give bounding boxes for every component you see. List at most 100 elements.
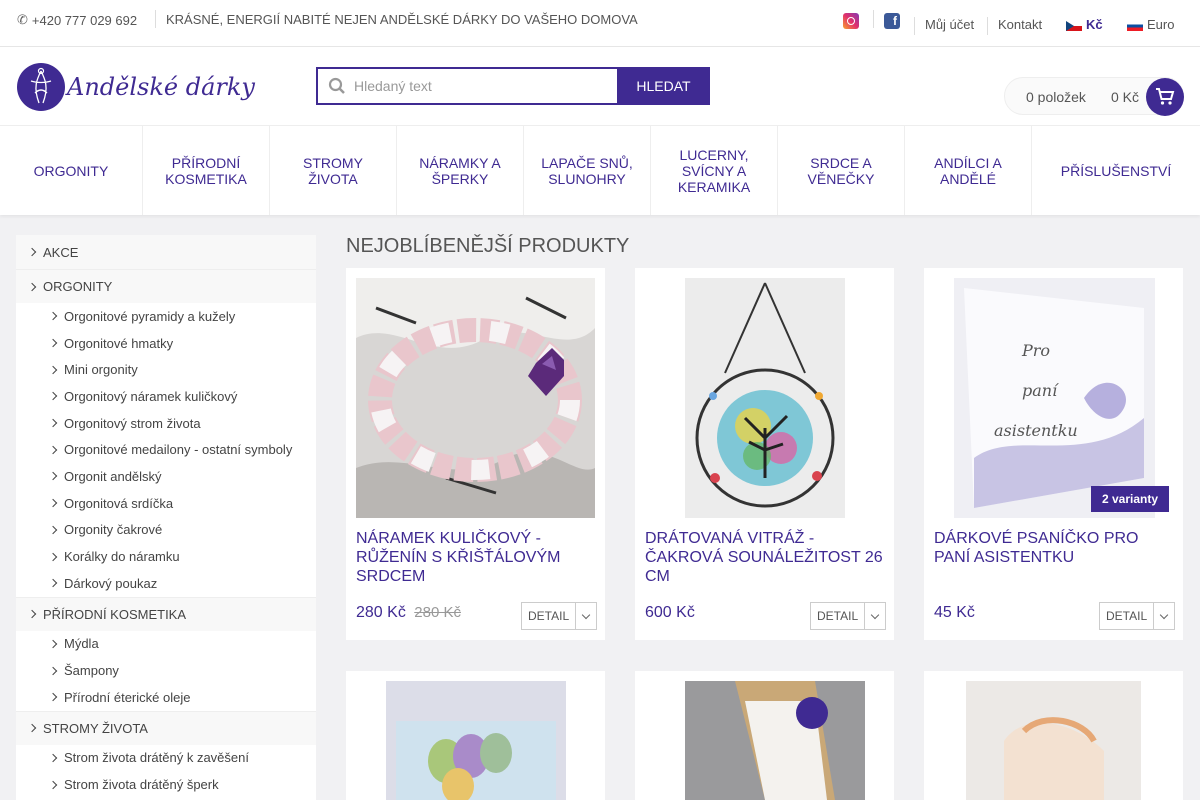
detail-dropdown[interactable]: [576, 602, 598, 630]
search-bar: HLEDAT: [316, 67, 710, 105]
subcategory-item[interactable]: Přírodní éterické oleje: [16, 684, 316, 711]
product-image[interactable]: Pro paní asistentku: [934, 278, 1173, 518]
subcategory-label: Orgonit andělský: [64, 468, 162, 484]
product-card[interactable]: [635, 671, 894, 800]
subcategory-item[interactable]: Mýdla: [16, 631, 316, 658]
nav-item-andilci[interactable]: ANDÍLCI A ANDĚLÉ: [905, 126, 1032, 215]
phone-contact[interactable]: ✆ +420 777 029 692: [17, 12, 137, 28]
chevron-right-icon: [48, 525, 58, 535]
main-nav: ORGONITY PŘÍRODNÍ KOSMETIKA STROMY ŽIVOT…: [0, 126, 1200, 215]
subcategory-item[interactable]: Dárkový poukaz: [16, 570, 316, 597]
product-price: 45 Kč: [934, 604, 975, 622]
product-price: 600 Kč: [645, 604, 695, 622]
subcategory-item[interactable]: Orgonitové medailony - ostatní symboly: [16, 436, 316, 463]
product-image[interactable]: [645, 278, 884, 518]
old-price: 280 Kč: [414, 604, 461, 621]
chevron-right-icon: [48, 498, 58, 508]
nav-item-srdce[interactable]: SRDCE A VĚNEČKY: [778, 126, 905, 215]
search-field[interactable]: [316, 67, 617, 105]
subcategory-label: Přírodní éterické oleje: [64, 689, 191, 705]
nav-item-lapace[interactable]: LAPAČE SNŮ, SLUNOHRY: [524, 126, 651, 215]
subcategory-label: Orgonitový náramek kuličkový: [64, 388, 238, 404]
product-image[interactable]: [934, 681, 1173, 800]
subcategory-item[interactable]: Korálky do náramku: [16, 543, 316, 570]
cart-button[interactable]: [1146, 78, 1184, 116]
subcategory-label: Orgonitové hmatky: [64, 335, 174, 351]
logo[interactable]: Andělské dárky: [17, 63, 255, 111]
category-label: PŘÍRODNÍ KOSMETIKA: [43, 606, 187, 622]
chevron-down-icon: [870, 610, 880, 619]
variants-badge: 2 varianty: [1091, 486, 1170, 512]
subcategory-label: Strom života drátěný k zavěšení: [64, 750, 249, 766]
detail-dropdown[interactable]: [1154, 602, 1176, 630]
product-card[interactable]: DRÁTOVANÁ VITRÁŽ - ČAKROVÁ SOUNÁLEŽITOST…: [635, 268, 894, 640]
subcategory-label: Orgonity čakrové: [64, 522, 163, 538]
product-card[interactable]: NÁRAMEK KULIČKOVÝ - RŮŽENÍN S KŘIŠŤÁLOVÝ…: [346, 268, 605, 640]
subcategory-label: Orgonitová srdíčka: [64, 495, 174, 511]
chevron-right-icon: [48, 312, 58, 321]
current-price: 600 Kč: [645, 604, 695, 621]
detail-button[interactable]: DETAIL: [521, 602, 577, 630]
chevron-right-icon: [48, 418, 58, 428]
account-link[interactable]: Můj účet: [925, 17, 974, 32]
divider: [914, 17, 915, 35]
contact-link[interactable]: Kontakt: [998, 17, 1042, 32]
product-image[interactable]: [356, 681, 595, 800]
product-card[interactable]: [924, 671, 1183, 800]
product-card[interactable]: Pro paní asistentku DÁRKOVÉ PSANÍČKO PRO…: [924, 268, 1183, 640]
subcategory-item[interactable]: Orgonitový strom života: [16, 410, 316, 437]
product-price: 280 Kč 280 Kč: [356, 604, 461, 622]
divider: [155, 10, 156, 28]
subcategory-item[interactable]: Šampony: [16, 657, 316, 684]
subcategory-item[interactable]: Orgonitová srdíčka: [16, 490, 316, 517]
nav-item-kosmetika[interactable]: PŘÍRODNÍ KOSMETIKA: [143, 126, 270, 215]
phone-number: +420 777 029 692: [31, 12, 138, 28]
divider: [873, 10, 874, 28]
category-stromy[interactable]: STROMY ŽIVOTA: [16, 710, 316, 745]
subcategory-item[interactable]: Orgonitový náramek kuličkový: [16, 383, 316, 410]
subcategory-item[interactable]: Orgonit andělský: [16, 463, 316, 490]
nav-item-prislusenstvi[interactable]: PŘÍSLUŠENSTVÍ: [1032, 126, 1200, 215]
motto: KRÁSNÉ, ENERGIÍ NABITÉ NEJEN ANDĚLSKÉ DÁ…: [166, 12, 638, 27]
currency-czk-label: Kč: [1086, 17, 1103, 32]
nav-item-lucerny[interactable]: LUCERNY, SVÍCNY A KERAMIKA: [651, 126, 778, 215]
category-akce[interactable]: AKCE: [16, 235, 316, 269]
subcategory-item[interactable]: Mini orgonity: [16, 356, 316, 383]
nav-item-orgonity[interactable]: ORGONITY: [0, 126, 143, 215]
subcategory-item[interactable]: Orgonity čakrové: [16, 517, 316, 544]
product-image[interactable]: [356, 278, 595, 518]
category-orgonity[interactable]: ORGONITY: [16, 269, 316, 303]
subcategory-label: Orgonitový strom života: [64, 415, 201, 431]
subcategory-item[interactable]: Strom života drátěný k zavěšení: [16, 745, 316, 772]
phone-icon: ✆: [17, 12, 28, 27]
search-button[interactable]: HLEDAT: [617, 67, 710, 105]
nav-item-stromy[interactable]: STROMY ŽIVOTA: [270, 126, 397, 215]
top-bar: ✆ +420 777 029 692 KRÁSNÉ, ENERGIÍ NABIT…: [0, 0, 1200, 47]
subcategory-item[interactable]: Orgonitové pyramidy a kužely: [16, 303, 316, 330]
subcategory-item[interactable]: Orgonitové hmatky: [16, 330, 316, 357]
current-price: 45 Kč: [934, 604, 975, 621]
category-kosmetika[interactable]: PŘÍRODNÍ KOSMETIKA: [16, 596, 316, 631]
facebook-icon[interactable]: f: [884, 13, 900, 29]
chevron-right-icon: [48, 639, 58, 649]
product-name[interactable]: DRÁTOVANÁ VITRÁŽ - ČAKROVÁ SOUNÁLEŽITOST…: [645, 529, 884, 586]
subcategory-label: Šampony: [64, 663, 119, 679]
product-image[interactable]: [645, 681, 884, 800]
current-price: 280 Kč: [356, 604, 406, 621]
subcategory-item[interactable]: Strom života drátěný šperk: [16, 771, 316, 798]
detail-button[interactable]: DETAIL: [1099, 602, 1155, 630]
category-label: ORGONITY: [43, 279, 113, 294]
cart[interactable]: 0 položek 0 Kč: [1004, 77, 1184, 116]
product-name[interactable]: NÁRAMEK KULIČKOVÝ - RŮŽENÍN S KŘIŠŤÁLOVÝ…: [356, 529, 595, 586]
currency-czk[interactable]: Kč: [1066, 17, 1103, 32]
detail-dropdown[interactable]: [865, 602, 887, 630]
currency-eur[interactable]: Euro: [1127, 17, 1174, 32]
detail-control: DETAIL: [521, 602, 598, 630]
instagram-icon[interactable]: [843, 13, 859, 29]
detail-button[interactable]: DETAIL: [810, 602, 866, 630]
product-name[interactable]: DÁRKOVÉ PSANÍČKO PRO PANÍ ASISTENTKU: [934, 529, 1173, 567]
nav-item-naramky[interactable]: NÁRAMKY A ŠPERKY: [397, 126, 524, 215]
search-input[interactable]: [354, 78, 594, 94]
product-card[interactable]: [346, 671, 605, 800]
czech-flag-icon: [1066, 20, 1082, 31]
